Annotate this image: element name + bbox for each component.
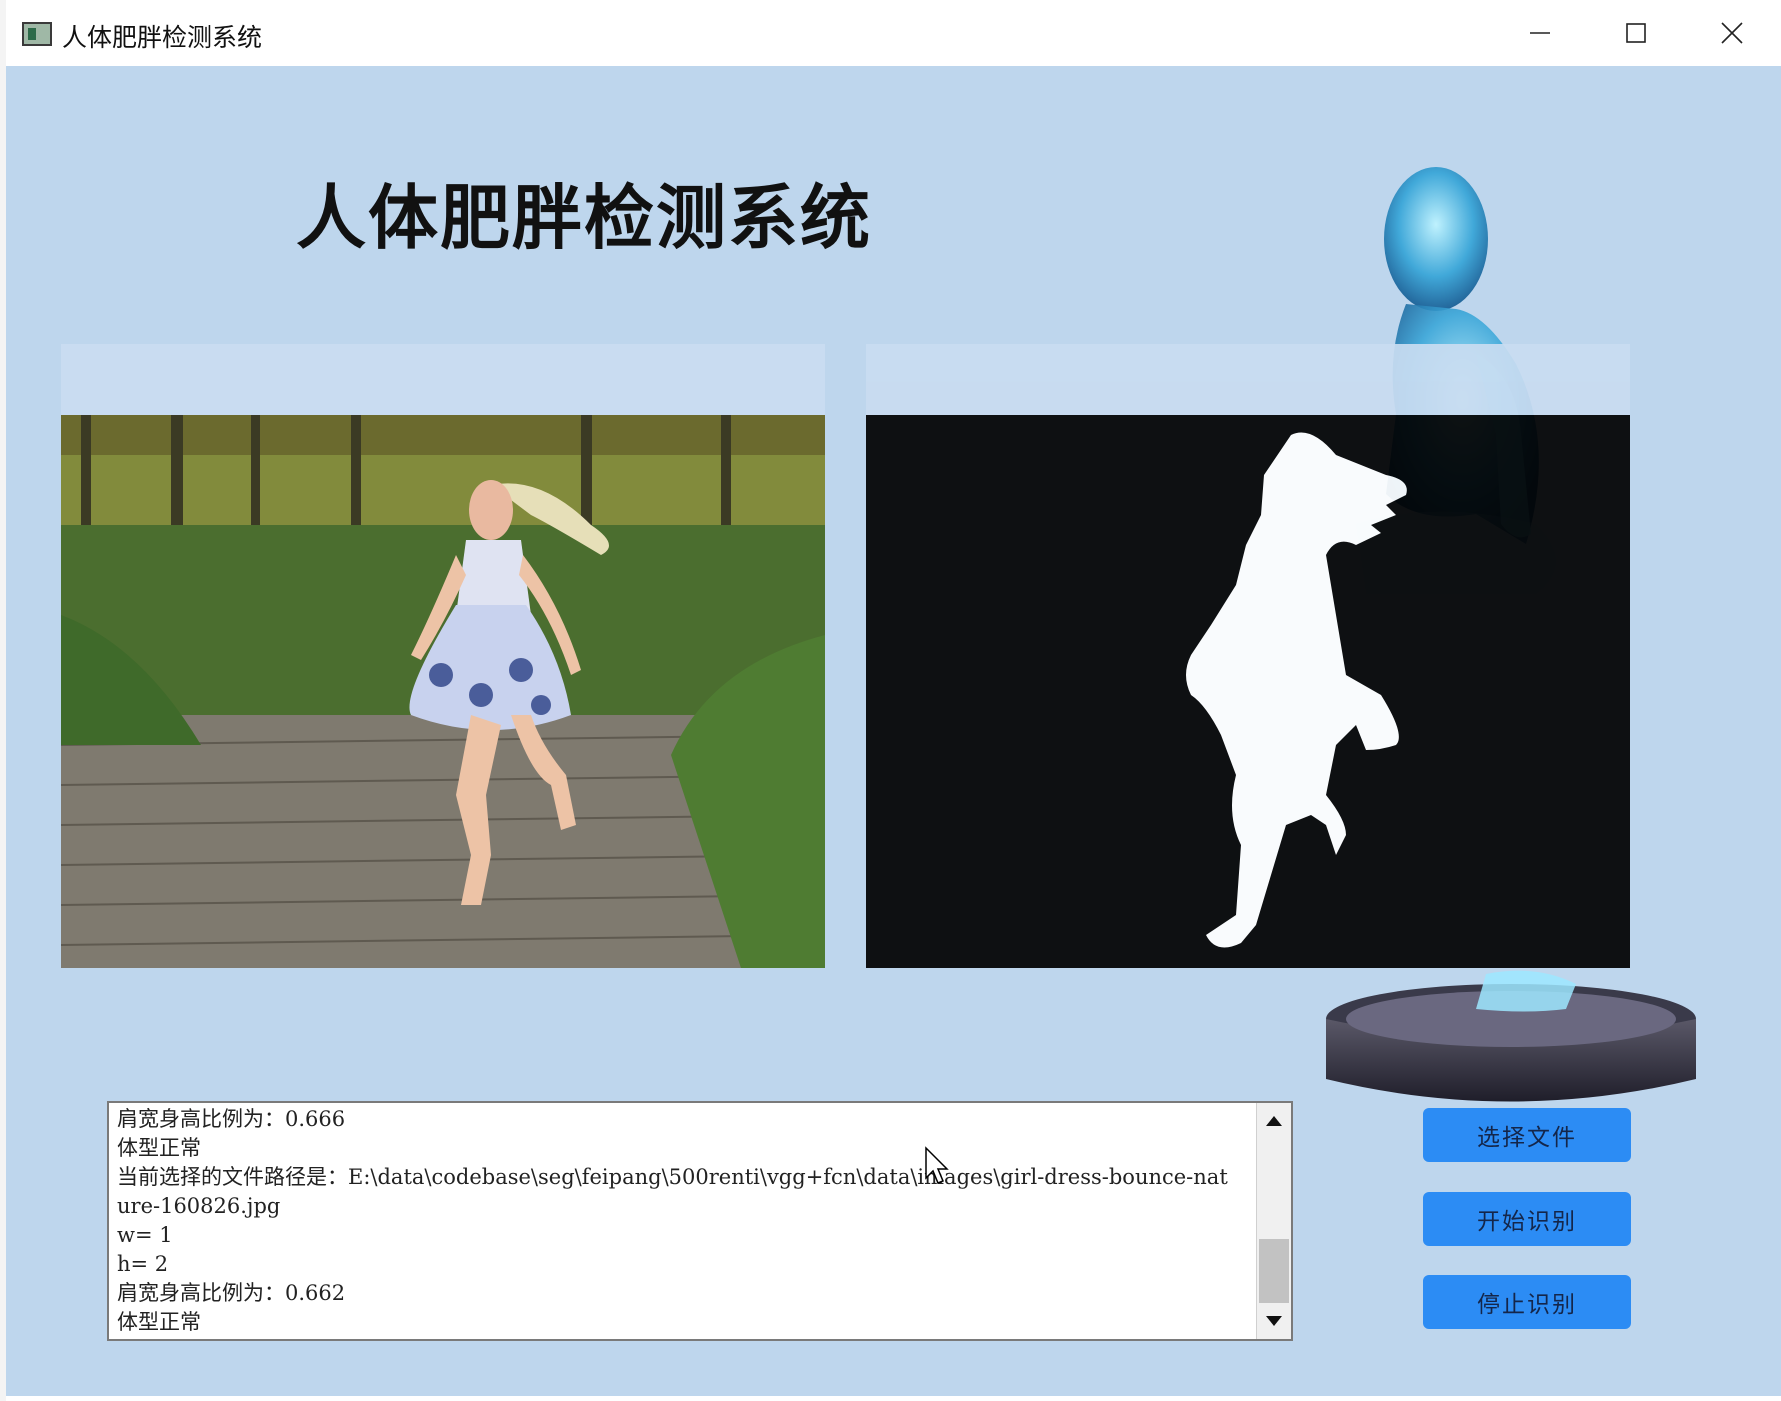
result-log-textarea[interactable]: 肩宽身高比例为：0.666 体型正常 当前选择的文件路径是：E:\data\co… <box>107 1101 1293 1341</box>
segmentation-silhouette <box>1186 432 1407 948</box>
scroll-down-button[interactable] <box>1257 1303 1291 1339</box>
original-photo-drawing <box>61 415 825 968</box>
close-button[interactable] <box>1684 0 1780 66</box>
title-bar[interactable]: 人体肥胖检测系统 <box>6 0 1781 67</box>
maximize-icon <box>1626 23 1646 43</box>
segmentation-image-panel <box>866 344 1630 968</box>
app-icon <box>22 22 52 46</box>
start-detect-button[interactable]: 开始识别 <box>1423 1192 1631 1246</box>
bottom-border <box>6 1396 1781 1401</box>
window-title: 人体肥胖检测系统 <box>62 23 263 52</box>
log-content: 肩宽身高比例为：0.666 体型正常 当前选择的文件路径是：E:\data\co… <box>117 1107 1228 1334</box>
main-window-client: 人体肥胖检测系统 肩宽身高比例为：0.666 体型正常 当前选择的文件路径是：E… <box>6 66 1781 1401</box>
original-image <box>61 415 825 968</box>
close-icon <box>1721 22 1743 44</box>
scroll-thumb[interactable] <box>1259 1239 1289 1303</box>
original-image-panel <box>61 344 825 968</box>
page-title: 人体肥胖检测系统 <box>296 177 872 259</box>
log-scrollbar[interactable] <box>1256 1103 1291 1339</box>
segmentation-mask-image <box>866 415 1630 968</box>
minimize-button[interactable] <box>1492 0 1588 66</box>
stop-detect-button[interactable]: 停止识别 <box>1423 1275 1631 1329</box>
maximize-button[interactable] <box>1588 0 1684 66</box>
minimize-icon <box>1530 32 1550 34</box>
select-file-button[interactable]: 选择文件 <box>1423 1108 1631 1162</box>
mouse-cursor-icon <box>925 1146 949 1184</box>
arrow-up-icon <box>1266 1116 1282 1126</box>
scroll-up-button[interactable] <box>1257 1103 1291 1139</box>
arrow-down-icon <box>1266 1316 1282 1326</box>
